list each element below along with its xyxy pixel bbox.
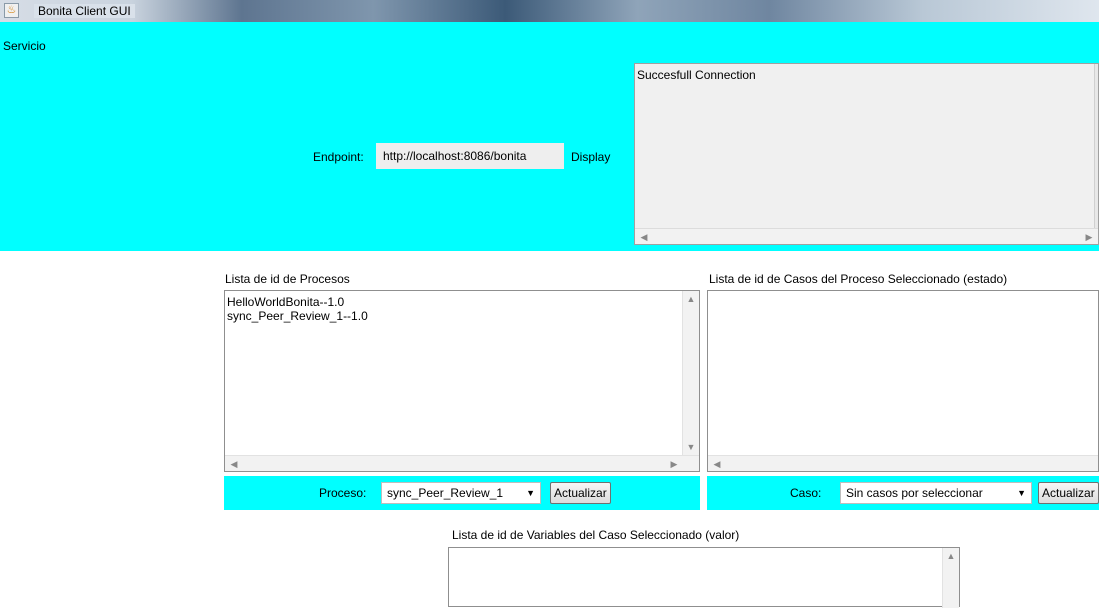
process-items: HelloWorldBonita--1.0 sync_Peer_Review_1… [227, 295, 368, 323]
list-item[interactable]: HelloWorldBonita--1.0 [227, 295, 368, 309]
case-refresh-button[interactable]: Actualizar [1038, 482, 1099, 504]
cases-list-title: Lista de id de Casos del Proceso Selecci… [709, 272, 1008, 286]
case-selector-bar: Caso: Sin casos por seleccionar ▼ Actual… [707, 476, 1099, 510]
scroll-up-icon[interactable]: ▲ [684, 291, 698, 307]
scroll-left-icon[interactable]: ◀ [637, 229, 651, 245]
scroll-right-icon[interactable]: ▶ [667, 456, 681, 472]
endpoint-field[interactable]: http://localhost:8086/bonita [376, 143, 564, 169]
cases-horizontal-scrollbar[interactable]: ◀ [708, 455, 1098, 471]
process-combo-label: Proceso: [319, 486, 367, 500]
list-item[interactable]: sync_Peer_Review_1--1.0 [227, 309, 368, 323]
display-label: Display [571, 150, 611, 164]
process-select-value: sync_Peer_Review_1 [387, 486, 504, 500]
display-message: Succesfull Connection [637, 68, 756, 82]
variables-list-title: Lista de id de Variables del Caso Selecc… [452, 528, 740, 542]
cases-list[interactable]: ◀ [707, 290, 1099, 472]
case-combo-label: Caso: [790, 486, 822, 500]
java-cup-icon: ♨ [4, 3, 19, 18]
scroll-left-icon[interactable]: ◀ [227, 456, 241, 472]
process-refresh-button[interactable]: Actualizar [550, 482, 611, 504]
process-list-title: Lista de id de Procesos [225, 272, 350, 286]
menu-servicio[interactable]: Servicio [3, 39, 46, 53]
scroll-down-icon[interactable]: ▼ [684, 439, 698, 455]
case-select[interactable]: Sin casos por seleccionar ▼ [840, 482, 1032, 504]
scroll-left-icon[interactable]: ◀ [710, 456, 724, 472]
window-title-bar[interactable]: ♨ Bonita Client GUI [0, 0, 1099, 22]
scroll-right-icon[interactable]: ▶ [1082, 229, 1096, 245]
case-select-value: Sin casos por seleccionar [846, 486, 983, 500]
chevron-down-icon: ▼ [1017, 488, 1026, 498]
chevron-down-icon: ▼ [526, 488, 535, 498]
process-horizontal-scrollbar[interactable]: ◀ ▶ [225, 455, 699, 471]
process-list[interactable]: HelloWorldBonita--1.0 sync_Peer_Review_1… [224, 290, 700, 472]
display-text-area[interactable]: Succesfull Connection ◀ ▶ [634, 63, 1099, 245]
variables-list[interactable]: ▲ [448, 547, 960, 608]
display-horizontal-scrollbar[interactable]: ◀ ▶ [635, 228, 1098, 244]
endpoint-label: Endpoint: [313, 150, 364, 164]
display-vertical-scrollbar[interactable] [1094, 64, 1098, 228]
process-select[interactable]: sync_Peer_Review_1 ▼ [381, 482, 541, 504]
process-selector-bar: Proceso: sync_Peer_Review_1 ▼ Actualizar [224, 476, 700, 510]
scroll-up-icon[interactable]: ▲ [944, 548, 958, 564]
window-title: Bonita Client GUI [34, 4, 135, 18]
process-vertical-scrollbar[interactable]: ▲ ▼ [682, 291, 699, 455]
variables-vertical-scrollbar[interactable]: ▲ [942, 548, 959, 608]
